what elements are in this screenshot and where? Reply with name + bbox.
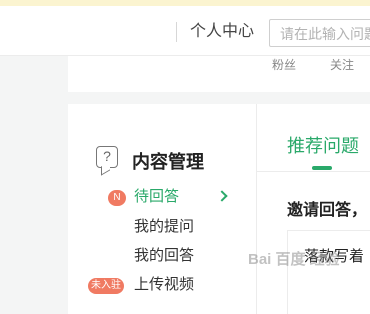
search-input[interactable]: 请在此输入问题 [269, 19, 370, 47]
invite-answer-heading: 邀请回答， [287, 202, 368, 219]
tab-recommended-questions[interactable]: 推荐问题 [287, 132, 359, 158]
content-panel: ? 内容管理 N 待回答 我的提问 我的回答 未入驻 上传视频 推荐问题 邀请回… [68, 104, 370, 314]
sidebar-item-my-answers[interactable]: 我的回答 [134, 246, 194, 266]
fans-label[interactable]: 粉丝 [272, 56, 296, 73]
baidu-watermark: Bai 百度 经验 [248, 251, 340, 268]
chevron-right-icon [216, 190, 228, 202]
panel-divider [256, 104, 257, 314]
question-icon: ? [96, 146, 118, 168]
new-badge: N [108, 190, 126, 206]
content-management-title: 内容管理 [132, 152, 204, 172]
site-header: 个人中心 请在此输入问题 [0, 6, 370, 56]
tab-active-indicator [312, 166, 332, 170]
user-center-link[interactable]: 个人中心 [190, 21, 254, 43]
sidebar-item-upload-video[interactable]: 上传视频 [134, 275, 194, 295]
not-joined-badge: 未入驻 [88, 278, 124, 294]
header-divider [176, 22, 177, 42]
sidebar-item-pending-answers[interactable]: 待回答 [134, 187, 179, 207]
profile-summary: 粉丝 关注 [68, 56, 370, 92]
sidebar-item-my-questions[interactable]: 我的提问 [134, 217, 194, 237]
following-label[interactable]: 关注 [330, 56, 354, 73]
tab-bar-border [257, 171, 370, 172]
question-card[interactable]: 落款写着 [287, 230, 370, 314]
